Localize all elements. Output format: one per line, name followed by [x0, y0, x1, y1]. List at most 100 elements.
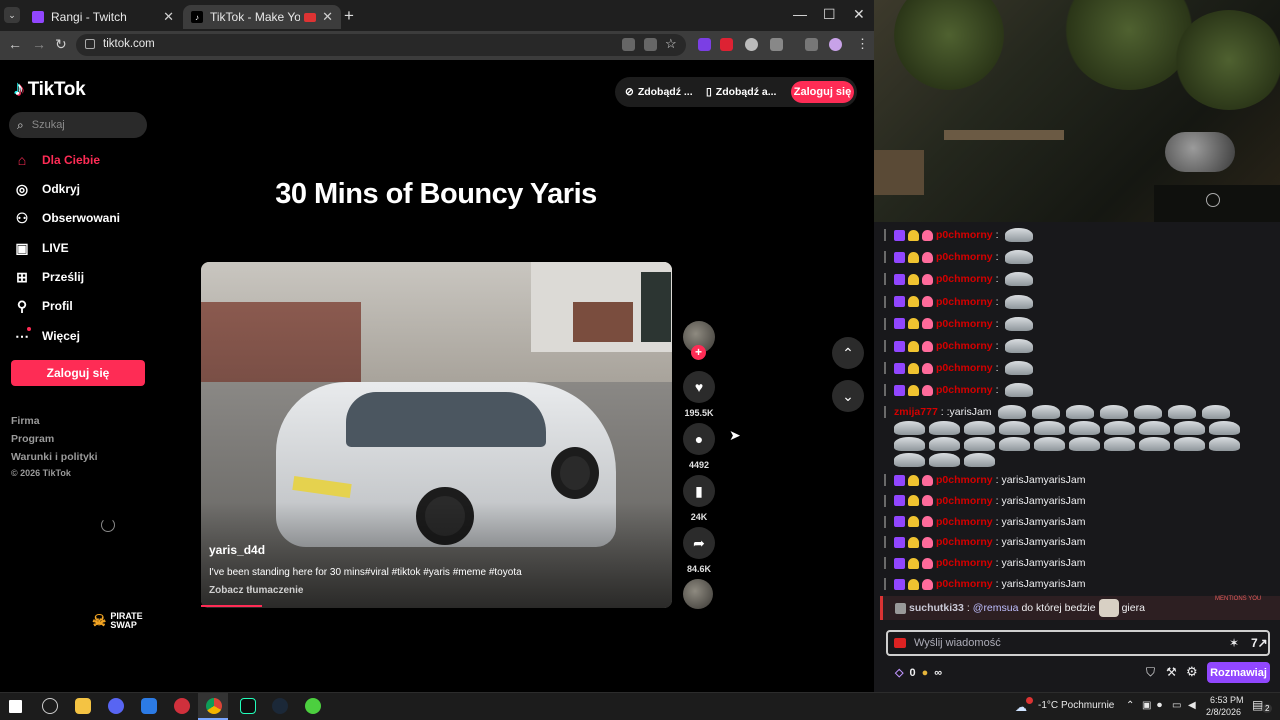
task-view-icon[interactable]: [42, 698, 58, 714]
reading-list-icon[interactable]: [805, 38, 818, 51]
omnibox[interactable]: [76, 34, 686, 56]
discord-icon[interactable]: [108, 698, 124, 714]
tray-chevron-up-icon[interactable]: ⌃: [1126, 700, 1134, 711]
clock-time[interactable]: 6:53 PM: [1210, 695, 1244, 705]
chat-username[interactable]: p0chmorny: [936, 273, 993, 285]
mod-tools-icon[interactable]: ⚒: [1166, 665, 1177, 679]
tab-tiktok[interactable]: ♪ TikTok - Make Your Day ✕: [183, 5, 341, 29]
like-button[interactable]: ♥: [683, 371, 715, 403]
calendar-app-icon[interactable]: [141, 698, 157, 714]
chat-username[interactable]: p0chmorny: [936, 516, 993, 528]
url-text[interactable]: tiktok.com: [103, 38, 155, 50]
channel-points[interactable]: ◇ 0 ● ∞: [895, 666, 942, 680]
footer-link[interactable]: Warunki i polityki: [11, 451, 98, 463]
chat-username[interactable]: p0chmorny: [936, 251, 993, 263]
nav-for-you[interactable]: ⌂ Dla Ciebie: [14, 150, 100, 170]
chat-username[interactable]: p0chmorny: [936, 495, 993, 507]
nav-upload[interactable]: ⊞ Prześlij: [14, 267, 84, 287]
close-window-icon[interactable]: ✕: [853, 6, 865, 23]
chrome-icon[interactable]: [206, 698, 222, 714]
footer-link[interactable]: Program: [11, 433, 54, 445]
chat-username[interactable]: p0chmorny: [936, 557, 993, 569]
get-coins-button[interactable]: ⊘ Zdobądź ...: [625, 86, 693, 98]
mention-at[interactable]: @remsua: [973, 602, 1019, 614]
see-translation-link[interactable]: Zobacz tłumaczenie: [209, 585, 303, 596]
previous-video-button[interactable]: ⌃: [832, 337, 864, 369]
chat-username[interactable]: suchutki33: [909, 602, 964, 614]
chat-input[interactable]: Wyślij wiadomość: [886, 630, 1270, 656]
twitch-stream-video[interactable]: [874, 0, 1280, 222]
share-button[interactable]: ➦: [683, 527, 715, 559]
nav-profile[interactable]: ⚲ Profil: [14, 296, 73, 316]
new-tab-icon[interactable]: +: [344, 6, 354, 26]
bookmark-star-icon[interactable]: ☆: [665, 36, 677, 52]
chat-username[interactable]: p0chmorny: [936, 362, 993, 374]
translate-icon[interactable]: [622, 38, 635, 51]
chat-username[interactable]: p0chmorny: [936, 384, 993, 396]
extension-icon[interactable]: [720, 38, 733, 51]
tab-search-icon[interactable]: ⌄: [4, 7, 20, 23]
waveform-app-icon[interactable]: [240, 698, 256, 714]
login-button-sidebar[interactable]: Zaloguj się: [11, 360, 145, 386]
microphone-icon[interactable]: ⏺: [1157, 700, 1162, 711]
bookmark-button[interactable]: ▮: [683, 475, 715, 507]
tab-twitch[interactable]: Rangi - Twitch ✕: [24, 5, 182, 29]
nav-explore[interactable]: ◎ Odkryj: [14, 179, 80, 199]
video-description: I've been standing here for 30 mins#vira…: [209, 567, 522, 578]
comment-button[interactable]: ●: [683, 423, 715, 455]
chat-username[interactable]: p0chmorny: [936, 340, 993, 352]
weather-desc[interactable]: Pochmurnie: [1061, 700, 1114, 711]
extension-icon[interactable]: [745, 38, 758, 51]
video-author[interactable]: yaris_d4d: [209, 543, 265, 557]
extensions-puzzle-icon[interactable]: [770, 38, 783, 51]
close-tab-icon[interactable]: ✕: [322, 9, 333, 25]
celebrate-icon[interactable]: ✶: [1229, 636, 1239, 650]
shield-icon[interactable]: ⛉: [1146, 665, 1155, 680]
chat-username[interactable]: p0chmorny: [936, 536, 993, 548]
windows-start-icon[interactable]: [9, 700, 22, 713]
file-explorer-icon[interactable]: [75, 698, 91, 714]
nav-more[interactable]: ⋯ Więcej: [14, 326, 80, 346]
site-info-icon[interactable]: [85, 39, 95, 49]
follow-plus-icon[interactable]: +: [691, 345, 706, 360]
chat-username[interactable]: p0chmorny: [936, 578, 993, 590]
video-player[interactable]: [201, 262, 672, 608]
chat-username[interactable]: p0chmorny: [936, 296, 993, 308]
chat-username[interactable]: zmija777: [894, 406, 938, 418]
search-input[interactable]: ⌕ Szukaj: [9, 112, 147, 138]
steam-icon[interactable]: [272, 698, 288, 714]
weather-temp[interactable]: -1°C: [1038, 700, 1058, 711]
login-button-top[interactable]: Zaloguj się: [791, 81, 854, 103]
video-progress-bar[interactable]: [201, 605, 262, 607]
profile-avatar-icon[interactable]: [829, 38, 842, 51]
weather-cloud-icon[interactable]: ☁: [1015, 700, 1027, 714]
maximize-icon[interactable]: ☐: [823, 6, 836, 23]
translate-icon[interactable]: 7↗: [1251, 636, 1268, 650]
app-icon[interactable]: [305, 698, 321, 714]
back-icon[interactable]: ←: [8, 36, 22, 52]
nav-live[interactable]: ▣ LIVE: [14, 238, 68, 258]
chat-username[interactable]: p0chmorny: [936, 474, 993, 486]
clock-date[interactable]: 2/8/2026: [1206, 707, 1241, 717]
chat-username[interactable]: p0chmorny: [936, 229, 993, 241]
close-tab-icon[interactable]: ✕: [163, 9, 174, 25]
next-video-button[interactable]: ⌄: [832, 380, 864, 412]
extension-icon[interactable]: [698, 38, 711, 51]
volume-icon[interactable]: ◀: [1188, 700, 1196, 711]
reload-icon[interactable]: ↻: [55, 36, 67, 53]
tray-app-icon[interactable]: ▣: [1142, 700, 1151, 711]
obs-icon[interactable]: [174, 698, 190, 714]
forward-icon[interactable]: →: [32, 36, 46, 52]
minimize-icon[interactable]: —: [793, 6, 807, 22]
footer-link[interactable]: Firma: [11, 415, 40, 427]
chat-username[interactable]: p0chmorny: [936, 318, 993, 330]
menu-kebab-icon[interactable]: ⋮: [856, 36, 869, 52]
network-icon[interactable]: ▭: [1172, 700, 1181, 711]
get-app-button[interactable]: ▯ Zdobądź a...: [706, 86, 776, 98]
tiktok-logo[interactable]: ♪ TikTok: [14, 78, 86, 101]
nav-following[interactable]: ⚇ Obserwowani: [14, 208, 120, 228]
music-disc-avatar[interactable]: [683, 579, 713, 609]
chat-send-button[interactable]: Rozmawiaj: [1207, 662, 1270, 683]
settings-gear-icon[interactable]: ⚙: [1186, 664, 1198, 680]
cast-icon[interactable]: [644, 38, 657, 51]
